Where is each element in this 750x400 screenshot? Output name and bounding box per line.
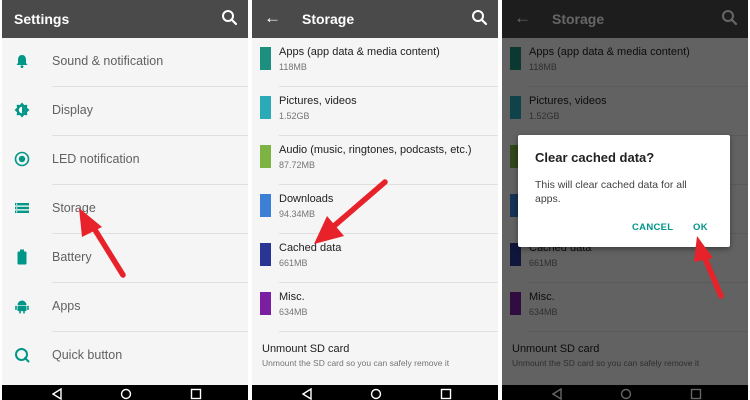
back-arrow-icon[interactable]: ← [264, 8, 281, 28]
settings-item-led[interactable]: LED notification [2, 136, 248, 185]
storage-item-label: Apps (app data & media content) [279, 46, 440, 58]
search-icon[interactable] [470, 8, 490, 28]
settings-item-battery[interactable]: Battery [2, 234, 248, 283]
nav-bar [2, 385, 248, 400]
clear-cache-dialog: Clear cached data? This will clear cache… [518, 135, 730, 247]
quick-button-icon [15, 348, 30, 363]
storage-item-label: Pictures, videos [279, 95, 357, 107]
color-swatch [260, 243, 271, 266]
android-icon [15, 300, 29, 314]
storage-dialog-screen: ← Storage Apps (app data & media content… [502, 0, 748, 400]
recents-nav-icon[interactable] [440, 388, 452, 400]
storage-item-label: Audio (music, ringtones, podcasts, etc.) [279, 144, 472, 156]
back-nav-icon[interactable] [52, 388, 62, 400]
storage-screen: ← Storage Apps (app data & media content… [252, 0, 498, 400]
bell-icon [16, 55, 28, 68]
brightness-icon [14, 102, 30, 118]
storage-item-size: 87.72MB [279, 160, 316, 170]
back-nav-icon[interactable] [302, 388, 312, 400]
color-swatch [260, 96, 271, 119]
settings-item-display[interactable]: Display [2, 87, 248, 136]
storage-item-audio[interactable]: Audio (music, ringtones, podcasts, etc.)… [252, 136, 498, 185]
settings-item-label: Display [52, 103, 93, 117]
storage-item-label: Misc. [279, 291, 305, 303]
storage-item-size: 634MB [279, 307, 308, 317]
color-swatch [260, 145, 271, 168]
storage-item-cached-data[interactable]: Cached data 661MB [252, 234, 498, 283]
settings-item-label: Battery [52, 250, 92, 264]
settings-item-storage[interactable]: Storage [2, 185, 248, 234]
ok-button[interactable]: OK [693, 222, 708, 233]
storage-item-size: 94.34MB [279, 209, 316, 219]
storage-item-apps[interactable]: Apps (app data & media content) 118MB [252, 38, 498, 87]
storage-title: Storage [302, 11, 355, 27]
unmount-description: Unmount the SD card so you can safely re… [262, 358, 450, 368]
divider [279, 331, 498, 332]
storage-icon [15, 203, 29, 213]
color-swatch [260, 47, 271, 70]
settings-screen: Settings Sound & notification Display LE… [2, 0, 248, 400]
home-nav-icon[interactable] [370, 388, 382, 400]
settings-item-label: Quick button [52, 348, 123, 362]
dialog-message: This will clear cached data for all apps… [535, 179, 687, 205]
storage-item-size: 118MB [279, 62, 307, 72]
settings-item-apps[interactable]: Apps [2, 283, 248, 332]
battery-icon [17, 249, 27, 265]
settings-item-sound[interactable]: Sound & notification [2, 38, 248, 87]
recents-nav-icon[interactable] [190, 388, 202, 400]
settings-item-quick-button[interactable]: Quick button [2, 332, 248, 381]
cancel-button[interactable]: CANCEL [632, 222, 673, 233]
storage-item-downloads[interactable]: Downloads 94.34MB [252, 185, 498, 234]
storage-item-misc[interactable]: Misc. 634MB [252, 283, 498, 332]
unmount-label: Unmount SD card [262, 343, 350, 355]
storage-app-bar: ← Storage [252, 0, 498, 38]
search-icon[interactable] [220, 8, 240, 28]
led-icon [14, 151, 30, 167]
storage-item-size: 661MB [279, 258, 308, 268]
storage-item-size: 1.52GB [279, 111, 310, 121]
nav-bar [252, 385, 498, 400]
storage-item-pictures[interactable]: Pictures, videos 1.52GB [252, 87, 498, 136]
settings-list: Sound & notification Display LED notific… [2, 38, 248, 385]
color-swatch [260, 194, 271, 217]
settings-item-label: LED notification [52, 152, 140, 166]
settings-title: Settings [14, 11, 70, 27]
home-nav-icon[interactable] [120, 388, 132, 400]
settings-app-bar: Settings [2, 0, 248, 38]
storage-item-label: Downloads [279, 193, 334, 205]
storage-list: Apps (app data & media content) 118MB Pi… [252, 38, 498, 385]
unmount-sd-card[interactable]: Unmount SD card Unmount the SD card so y… [252, 334, 498, 379]
settings-item-label: Storage [52, 201, 96, 215]
storage-item-label: Cached data [279, 242, 342, 254]
settings-item-label: Apps [52, 299, 81, 313]
settings-item-label: Sound & notification [52, 54, 164, 68]
dialog-title: Clear cached data? [535, 150, 655, 165]
color-swatch [260, 292, 271, 315]
